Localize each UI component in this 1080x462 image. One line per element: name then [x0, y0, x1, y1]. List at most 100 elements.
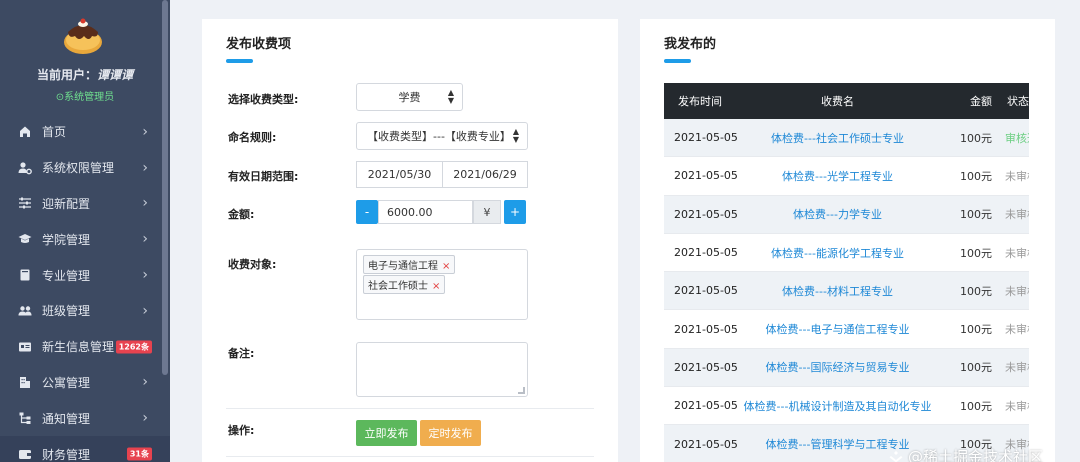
sidebar-item-welcome-config[interactable]: 迎新配置 › — [0, 186, 170, 222]
table-row: 2021-05-05体检费---能源化学工程专业 100元未审核 — [664, 234, 1029, 273]
chevron-right-icon: › — [142, 231, 148, 248]
naming-rule-select[interactable]: 【收费类型】---【收费专业】 ▲ ▼ — [356, 122, 528, 150]
table-header: 发布时间 收费名 金额 状态 — [664, 83, 1029, 119]
fee-name-link[interactable]: 体检费---能源化学工程专业 — [738, 245, 937, 261]
tag-label: 社会工作硕士 — [368, 281, 428, 292]
home-icon — [20, 126, 30, 137]
fee-type-select[interactable]: 学费 ▲ ▼ — [356, 83, 463, 111]
chevron-right-icon: › — [142, 267, 148, 284]
chevron-right-icon: › — [142, 410, 148, 427]
amount-cell: 100元 — [960, 169, 992, 183]
end-date-input[interactable]: 2021/06/29 — [442, 161, 528, 188]
amount-cell: 100元 — [960, 361, 992, 375]
target-tag: 电子与通信工程 × — [363, 255, 456, 274]
naming-rule-label: 命名规则: — [228, 131, 277, 144]
avatar — [64, 18, 102, 54]
sidebar-item-label: 学院管理 — [42, 232, 91, 247]
fee-type-value: 学费 — [398, 91, 421, 104]
remark-textarea[interactable] — [356, 342, 528, 397]
building-icon — [20, 377, 30, 389]
status-cell: 未审核 — [1005, 323, 1029, 337]
sidebar-item-label: 公寓管理 — [42, 375, 91, 390]
table-row: 2021-05-05体检费---电子与通信工程专业 100元未审核 — [664, 310, 1029, 349]
amount-cell: 100元 — [960, 246, 992, 260]
close-icon[interactable]: × — [442, 261, 450, 272]
count-badge: 1262条 — [115, 340, 152, 354]
tag-label: 电子与通信工程 — [368, 261, 438, 272]
chevron-right-icon: › — [142, 374, 148, 391]
increment-button[interactable]: + — [504, 200, 526, 224]
decrement-button[interactable]: - — [356, 200, 378, 224]
sidebar-item-permissions[interactable]: 系统权限管理 › — [0, 150, 170, 186]
currency-addon: ¥ — [473, 200, 501, 224]
column-header: 发布时间 — [678, 95, 722, 108]
table-body: 2021-05-05体检费---社会工作硕士专业100元审核通过2021-05-… — [664, 119, 1029, 462]
fee-name-link[interactable]: 体检费---材料工程专业 — [738, 283, 937, 299]
status-cell: 未审核 — [1005, 399, 1029, 413]
naming-rule-value: 【收费类型】---【收费专业】 — [367, 130, 511, 143]
select-arrows-icon: ▲ ▼ — [512, 127, 519, 144]
watermark-text: @稀土掘金技术社区 — [907, 448, 1043, 462]
sidebar-item-finance[interactable]: 财务管理 31条 — [0, 436, 170, 462]
status-cell: 未审核 — [1005, 246, 1029, 260]
fee-name-link[interactable]: 体检费---光学工程专业 — [738, 168, 937, 184]
column-header: 状态 — [1007, 95, 1029, 108]
amount-label: 金额: — [228, 208, 255, 221]
status-cell: 未审核 — [1005, 208, 1029, 222]
sidebar-item-label: 首页 — [42, 125, 67, 140]
start-date-input[interactable]: 2021/05/30 — [356, 161, 443, 188]
fee-name-link[interactable]: 体检费---电子与通信工程专业 — [738, 321, 937, 337]
sidebar-item-student-info[interactable]: 新生信息管理 1262条 — [0, 329, 170, 365]
fee-name-link[interactable]: 体检费---国际经济与贸易专业 — [738, 359, 937, 375]
published-table: 发布时间 收费名 金额 状态 2021-05-05 体检费---社会工作硕士专业 1… — [664, 83, 1029, 462]
close-icon[interactable]: × — [432, 281, 440, 292]
column-header: 金额 — [970, 95, 992, 108]
fee-name-link[interactable]: 体检费---社会工作硕士专业 — [738, 130, 937, 146]
sidebar-item-label: 班级管理 — [42, 304, 91, 319]
sidebar-item-label: 新生信息管理 — [42, 340, 115, 355]
amount-cell: 100元 — [960, 284, 992, 298]
amount-input[interactable]: 6000.00 — [378, 200, 473, 224]
table-row: 2021-05-05体检费---材料工程专业 100元未审核 — [664, 272, 1029, 311]
sidebar-item-label: 财务管理 — [42, 447, 91, 462]
publish-now-button[interactable]: 立即发布 — [356, 420, 417, 446]
amount-cell: 100元 — [960, 399, 992, 413]
resize-handle-icon[interactable] — [518, 387, 525, 394]
date-cell: 2021-05-05 — [674, 437, 738, 451]
amount-cell: 100元 — [960, 208, 992, 222]
sidebar-item-notice[interactable]: 通知管理 › — [0, 400, 170, 436]
target-label: 收费对象: — [228, 258, 277, 271]
fee-type-label: 选择收费类型: — [228, 93, 299, 106]
remark-label: 备注: — [228, 347, 255, 360]
date-cell: 2021-05-05 — [674, 131, 738, 145]
schedule-publish-button[interactable]: 定时发布 — [420, 420, 481, 446]
sidebar-item-class[interactable]: 班级管理 › — [0, 293, 170, 329]
chevron-right-icon: › — [142, 195, 148, 212]
watermark: @稀土掘金技术社区 — [888, 446, 1043, 462]
sidebar-menu: 首页 › 系统权限管理 › 迎新配置 › 学院管理 › 专业管理 › 班级管理 … — [0, 114, 170, 462]
date-cell: 2021-05-05 — [674, 322, 738, 336]
sidebar-item-college[interactable]: 学院管理 › — [0, 221, 170, 257]
card-title: 我发布的 — [664, 37, 717, 52]
status-cell: 未审核 — [1005, 169, 1029, 183]
date-cell: 2021-05-05 — [674, 207, 738, 221]
juejin-logo-icon — [889, 450, 903, 462]
date-cell: 2021-05-05 — [674, 360, 738, 374]
status-cell: 未审核 — [1005, 284, 1029, 298]
chevron-right-icon: › — [142, 302, 148, 319]
fee-name-link[interactable]: 体检费---力学专业 — [738, 206, 937, 222]
status-cell: 未审核 — [1005, 361, 1029, 375]
target-tag: 社会工作硕士 × — [363, 275, 446, 294]
sidebar-item-home[interactable]: 首页 › — [0, 114, 170, 150]
sidebar-item-major[interactable]: 专业管理 › — [0, 257, 170, 293]
divider — [226, 456, 594, 457]
sidebar-item-dormitory[interactable]: 公寓管理 › — [0, 365, 170, 401]
select-arrows-icon: ▲ ▼ — [447, 88, 454, 105]
table-row: 2021-05-05体检费---光学工程专业 100元未审核 — [664, 157, 1029, 196]
date-cell: 2021-05-05 — [674, 399, 738, 413]
sidebar-item-label: 通知管理 — [42, 411, 91, 426]
fee-name-link[interactable]: 体检费---机械设计制造及其自动化专业 — [738, 398, 937, 414]
sidebar-item-label: 专业管理 — [42, 268, 91, 283]
sidebar: 当前用户：谭谭谭 ⊙系统管理员 首页 › 系统权限管理 › 迎新配置 › 学院管… — [0, 0, 170, 462]
target-tag-input[interactable]: 电子与通信工程 × 社会工作硕士 × — [356, 249, 528, 320]
